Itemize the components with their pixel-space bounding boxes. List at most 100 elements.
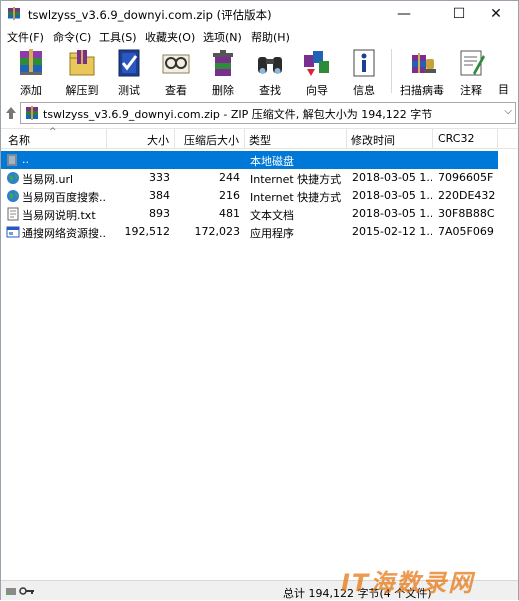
extract-to-label: 解压到	[65, 84, 99, 97]
column-modified-label: 修改时间	[351, 134, 395, 147]
file-row[interactable]: 通搜网络资源搜... 192,512 172,023 应用程序 2015-02-…	[1, 223, 498, 241]
chevron-down-icon[interactable]: ⌵	[504, 106, 512, 117]
delete-button[interactable]: 删除	[200, 47, 246, 97]
column-crc32-label: CRC32	[438, 132, 475, 145]
comment-button[interactable]: 注释	[448, 47, 494, 97]
close-button[interactable]: ✕	[473, 1, 519, 27]
winrar-window: tswlzyss_v3.6.9_downyi.com.zip (评估版本) — …	[0, 0, 519, 600]
menu-file[interactable]: 文件(F)	[7, 29, 44, 45]
menu-options[interactable]: 选项(N)	[203, 29, 242, 45]
view-button[interactable]: 查看	[153, 47, 199, 97]
toolbar: 添加 解压到 测试 查看 删除 查找 向导 信息 扫描病毒 注释 目	[1, 45, 518, 99]
column-name[interactable]: 名称 ^	[1, 127, 107, 149]
file-modified: 2018-03-05 1...	[352, 207, 432, 220]
file-row-parent[interactable]: .. 本地磁盘	[1, 151, 498, 169]
add-label: 添加	[20, 84, 42, 97]
column-packed[interactable]: 压缩后大小	[175, 129, 245, 149]
delete-icon	[213, 50, 233, 76]
file-size: 192,512	[124, 225, 171, 238]
file-crc: 220DE432	[438, 189, 496, 202]
scan-virus-label: 扫描病毒	[400, 84, 444, 97]
file-crc: 7096605F	[438, 171, 494, 184]
window-title: tswlzyss_v3.6.9_downyi.com.zip (评估版本)	[28, 8, 272, 22]
column-size-label: 大小	[147, 134, 169, 147]
find-label: 查找	[259, 84, 281, 97]
add-button[interactable]: 添加	[8, 47, 54, 97]
file-name: 当易网说明.txt	[22, 209, 96, 222]
file-row[interactable]: 当易网.url 333 244 Internet 快捷方式 2018-03-05…	[1, 169, 498, 187]
file-type: 本地磁盘	[250, 155, 294, 168]
file-modified: 2018-03-05 1...	[352, 171, 432, 184]
info-icon	[353, 49, 375, 77]
extract-to-button[interactable]: 解压到	[59, 47, 105, 97]
file-type: Internet 快捷方式	[250, 173, 342, 186]
minimize-button[interactable]: —	[381, 1, 427, 27]
up-one-level-icon[interactable]	[4, 102, 18, 124]
status-text: 总计 194,122 字节(4 个文件)	[283, 587, 432, 600]
menu-tools[interactable]: 工具(S)	[99, 29, 137, 45]
globe-icon	[7, 172, 19, 184]
scan-virus-button[interactable]: 扫描病毒	[399, 47, 445, 97]
find-icon	[258, 57, 282, 74]
menu-bar: 文件(F) 命令(C) 工具(S) 收藏夹(O) 选项(N) 帮助(H)	[1, 27, 518, 45]
globe-icon	[7, 190, 19, 202]
scan-virus-icon	[412, 53, 436, 73]
file-packed-size: 481	[219, 207, 240, 220]
file-crc: 7A05F069	[438, 225, 494, 238]
file-type: 文本文档	[250, 209, 294, 222]
winrar-app-icon	[8, 7, 20, 20]
file-name: 当易网.url	[22, 173, 74, 186]
info-button[interactable]: 信息	[341, 47, 387, 97]
maximize-icon: ☐	[452, 6, 466, 22]
file-name: 通搜网络资源搜...	[22, 227, 106, 240]
column-crc32[interactable]: CRC32	[433, 129, 498, 149]
file-type: 应用程序	[250, 227, 294, 240]
file-packed-size: 216	[219, 189, 240, 202]
address-path: tswlzyss_v3.6.9_downyi.com.zip - ZIP 压缩文…	[43, 108, 433, 121]
file-size: 384	[149, 189, 170, 202]
file-modified: 2018-03-05 1...	[352, 189, 432, 202]
toolbar-overflow-label[interactable]: 目	[498, 81, 509, 97]
delete-label: 删除	[212, 84, 234, 97]
close-icon: ✕	[490, 6, 502, 22]
test-label: 测试	[118, 84, 140, 97]
column-type[interactable]: 类型	[245, 129, 347, 149]
title-bar[interactable]: tswlzyss_v3.6.9_downyi.com.zip (评估版本) — …	[1, 1, 518, 27]
file-size: 893	[149, 207, 170, 220]
toolbar-separator	[391, 49, 392, 93]
column-name-label: 名称	[8, 134, 30, 147]
menu-favorites[interactable]: 收藏夹(O)	[145, 29, 195, 45]
test-button[interactable]: 测试	[106, 47, 152, 97]
drive-icon[interactable]	[5, 585, 17, 597]
wizard-label: 向导	[306, 84, 328, 97]
find-button[interactable]: 查找	[247, 47, 293, 97]
column-size[interactable]: 大小	[107, 129, 175, 149]
file-size: 333	[149, 171, 170, 184]
application-icon	[6, 226, 20, 238]
wizard-icon	[304, 51, 329, 76]
sort-ascending-icon: ^	[49, 127, 57, 137]
file-crc: 30F8B88C	[438, 207, 495, 220]
zip-archive-icon	[26, 106, 38, 120]
file-packed-size: 172,023	[194, 225, 241, 238]
wizard-button[interactable]: 向导	[294, 47, 340, 97]
test-icon	[118, 49, 140, 77]
column-type-label: 类型	[249, 134, 271, 147]
status-bar: 总计 194,122 字节(4 个文件)	[1, 580, 518, 600]
add-archive-icon	[20, 49, 42, 75]
view-icon	[162, 54, 190, 74]
column-modified[interactable]: 修改时间	[347, 129, 433, 149]
menu-help[interactable]: 帮助(H)	[251, 29, 290, 45]
file-name: ..	[22, 153, 29, 166]
file-row[interactable]: 当易网说明.txt 893 481 文本文档 2018-03-05 1... 3…	[1, 205, 498, 223]
key-icon[interactable]	[19, 586, 35, 596]
file-row[interactable]: 当易网百度搜索.... 384 216 Internet 快捷方式 2018-0…	[1, 187, 498, 205]
address-bar[interactable]: tswlzyss_v3.6.9_downyi.com.zip - ZIP 压缩文…	[20, 102, 516, 124]
menu-commands[interactable]: 命令(C)	[53, 29, 91, 45]
folder-up-icon	[7, 154, 17, 166]
comment-label: 注释	[460, 84, 482, 97]
comment-icon	[460, 50, 485, 76]
file-name: 当易网百度搜索....	[22, 191, 106, 204]
extract-to-icon	[69, 50, 95, 76]
column-header-row: 名称 ^ 大小 压缩后大小 类型 修改时间 CRC32	[1, 127, 518, 149]
